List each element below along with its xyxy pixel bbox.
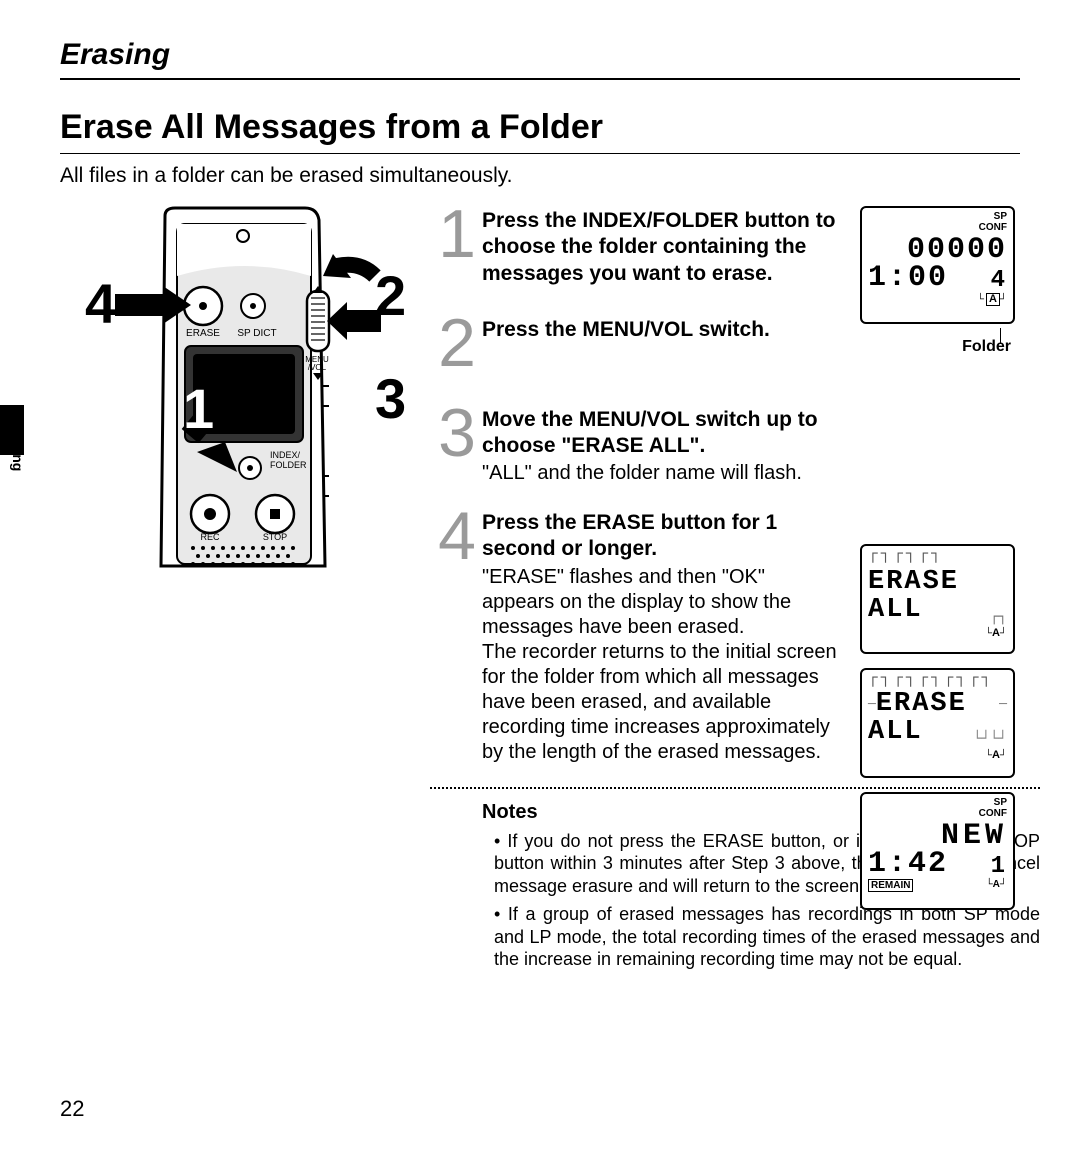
callout-3: 3 xyxy=(375,371,406,427)
lcd4-time: 1:42 xyxy=(868,849,948,879)
step-4: 4 Press the ERASE button for 1 second or… xyxy=(430,508,840,765)
step-3-desc: "ALL" and the folder name will flash. xyxy=(482,461,840,486)
svg-text:STOP: STOP xyxy=(263,532,287,542)
step-3-title: Move the MENU/VOL switch up to choose "E… xyxy=(482,407,840,460)
lcd4-folder-letter: A xyxy=(993,879,1000,890)
svg-text:REC: REC xyxy=(200,532,220,542)
arrow-to-dial-press xyxy=(327,302,381,340)
svg-text:INDEX/: INDEX/ xyxy=(270,450,301,460)
step-1-title: Press the INDEX/FOLDER button to choose … xyxy=(482,208,840,287)
lcd4-right: 1 xyxy=(991,855,1007,879)
step-num: 4 xyxy=(430,508,482,566)
section-header: Erasing xyxy=(60,38,1020,72)
lcd-2: ┌┐┌┐┌┐ ERASE ALL ┌┐ └A┘ xyxy=(860,544,1015,654)
page-title: Erase All Messages from a Folder xyxy=(60,108,1020,147)
device-illustration: ERASE SP DICT MENU xyxy=(75,206,415,586)
step-1: 1 Press the INDEX/FOLDER button to choos… xyxy=(430,206,840,287)
lcd3-folder-letter: A xyxy=(992,749,1000,761)
notes-heading: Notes xyxy=(482,801,840,824)
erase-label: ERASE xyxy=(186,328,220,339)
callout-4: 4 xyxy=(85,276,116,332)
lcd-3: ┌┐┌┐┌┐┌┐┌┐ ─ ERASE ─ ALL └┘└┘ └A┘ xyxy=(860,668,1015,778)
lcd1-sp: SP xyxy=(868,212,1007,223)
lcd2-folder-letter: A xyxy=(992,627,1000,639)
lcd-column: SP CONF 00000 1:00 4 └A┘ Folder ┌┐┌┐┌┐ E… xyxy=(860,206,1015,924)
callout-2: 2 xyxy=(375,268,406,324)
svg-text:FOLDER: FOLDER xyxy=(270,460,307,470)
lcd2-line2: ALL xyxy=(868,596,923,624)
lcd1-caption: Folder xyxy=(860,338,1011,356)
step-4-desc: "ERASE" flashes and then "OK" appears on… xyxy=(482,565,840,765)
step-num: 3 xyxy=(430,405,482,463)
lcd1-conf: CONF xyxy=(868,223,1007,234)
lcd4-conf: CONF xyxy=(868,809,1007,820)
spdict-label: SP DICT xyxy=(237,328,276,339)
lcd4-sp: SP xyxy=(868,798,1007,809)
lcd4-remain: REMAIN xyxy=(868,879,913,892)
lcd2-line1: ERASE xyxy=(868,568,1007,596)
step-2-title: Press the MENU/VOL switch. xyxy=(482,317,840,343)
step-4-title: Press the ERASE button for 1 second or l… xyxy=(482,510,840,563)
side-tab-label: Erasing xyxy=(10,420,26,471)
lcd-1: SP CONF 00000 1:00 4 └A┘ xyxy=(860,206,1015,324)
step-num: 1 xyxy=(430,206,482,264)
lcd1-folder-letter: A xyxy=(986,293,1000,306)
lcd1-time: 1:00 xyxy=(868,263,948,293)
svg-text:/VOL: /VOL xyxy=(308,363,327,372)
lcd3-line1: ERASE xyxy=(876,690,999,718)
callout-1: 1 xyxy=(183,381,214,437)
step-3: 3 Move the MENU/VOL switch up to choose … xyxy=(430,405,840,487)
lcd-4: SP CONF NEW 1:42 1 REMAIN └A┘ xyxy=(860,792,1015,910)
title-rule xyxy=(60,153,1020,154)
page-number: 22 xyxy=(60,1096,84,1122)
section-rule xyxy=(60,78,1020,80)
lcd3-line2: ALL xyxy=(868,718,923,746)
steps-column: 1 Press the INDEX/FOLDER button to choos… xyxy=(430,206,840,977)
step-num: 2 xyxy=(430,315,482,373)
arrow-to-dial-curve xyxy=(323,254,375,278)
folder-pointer-line xyxy=(1000,328,1002,344)
step-2: 2 Press the MENU/VOL switch. xyxy=(430,315,840,373)
intro-text: All files in a folder can be erased simu… xyxy=(60,164,1020,188)
